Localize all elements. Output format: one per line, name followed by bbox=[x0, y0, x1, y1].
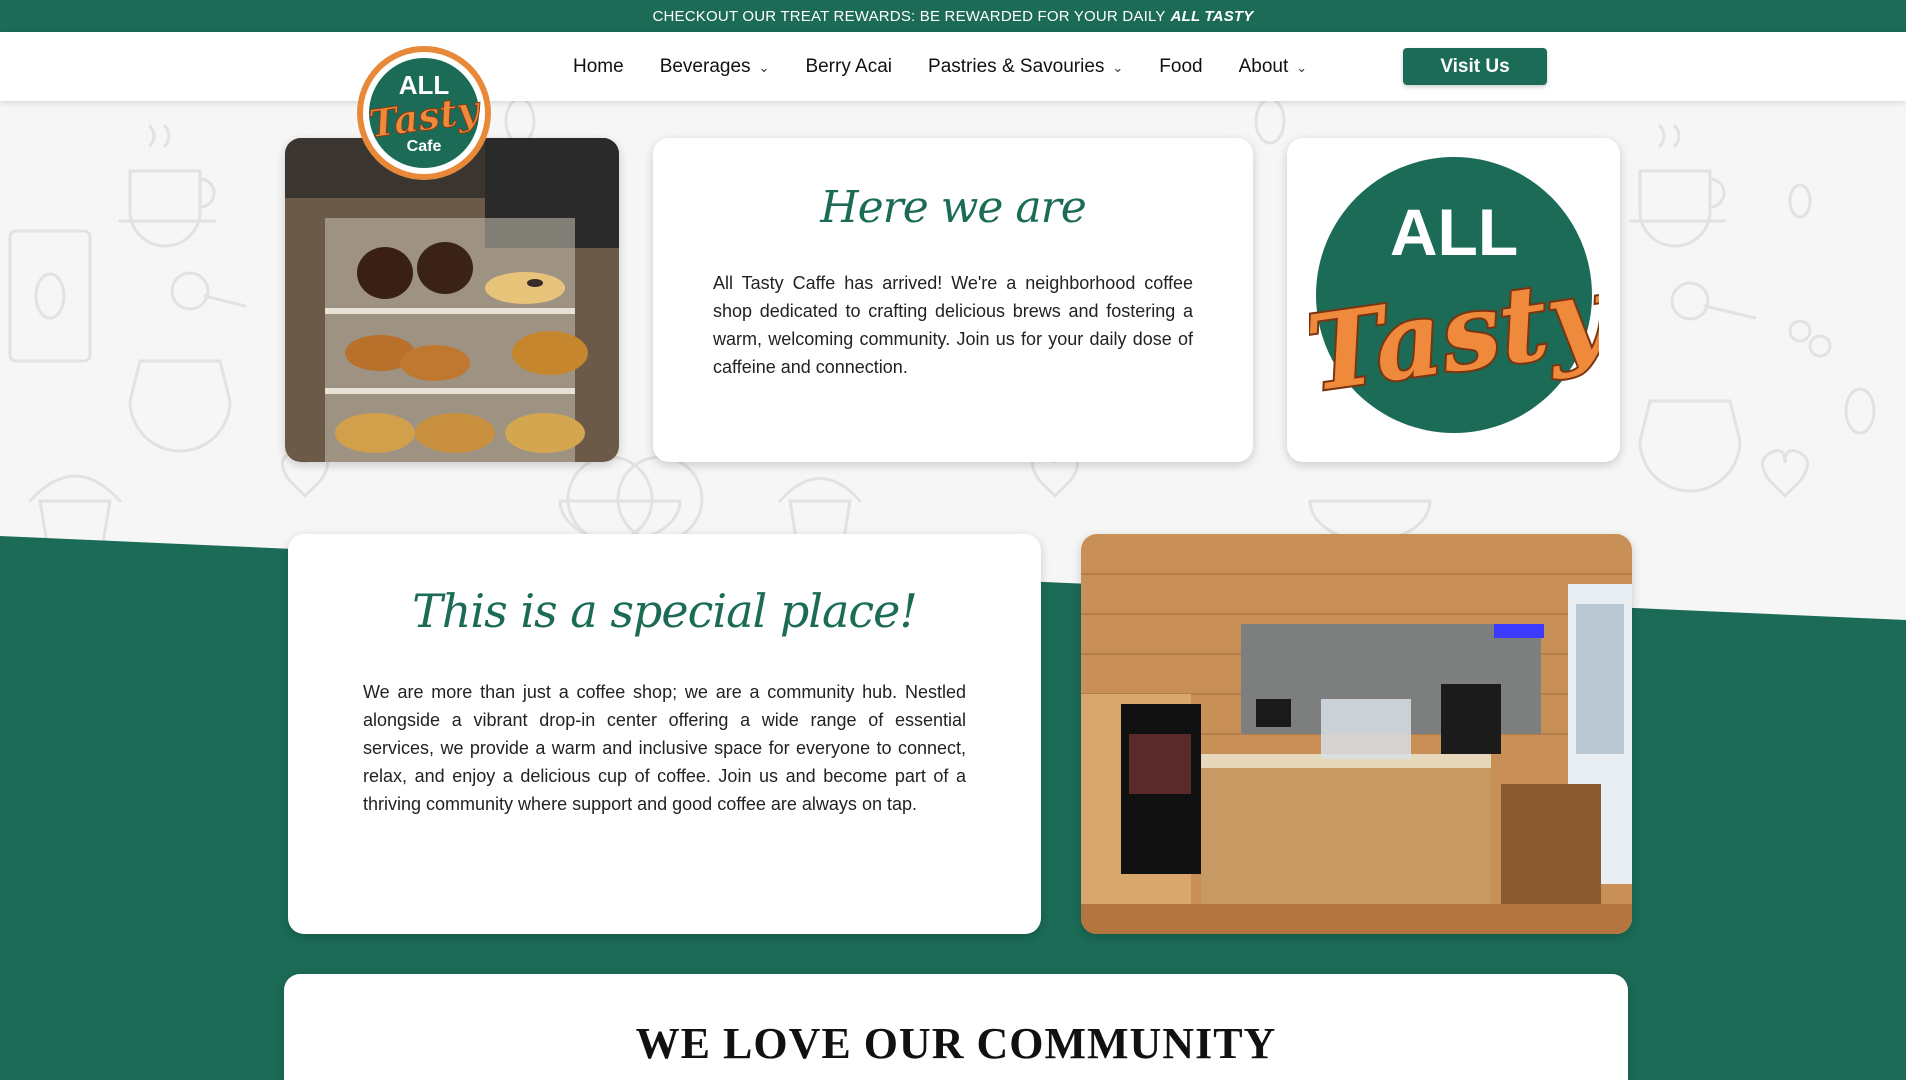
community-card: WE LOVE OUR COMMUNITY bbox=[284, 974, 1628, 1080]
nav-home-label: Home bbox=[573, 55, 624, 77]
shop-interior-photo bbox=[1081, 534, 1632, 934]
nav-beverages-label: Beverages bbox=[659, 55, 751, 77]
all-tasty-logo-image: ALL Tasty bbox=[1309, 157, 1599, 433]
nav-about-label: About bbox=[1238, 55, 1289, 77]
special-place-card: This is a special place! We are more tha… bbox=[288, 534, 1041, 934]
nav-berry-acai-label: Berry Acai bbox=[805, 55, 893, 77]
special-place-text: We are more than just a coffee shop; we … bbox=[363, 682, 966, 814]
special-place-title: This is a special place! bbox=[412, 584, 918, 638]
big-logo-text-all: ALL bbox=[1389, 195, 1517, 269]
chevron-down-icon: ⌄ bbox=[1112, 59, 1124, 75]
pastries-photo-illustration bbox=[285, 138, 619, 462]
nav-beverages[interactable]: Beverages ⌄ bbox=[660, 56, 770, 78]
logo-badge: ALL Tasty Cafe bbox=[366, 58, 482, 168]
community-title: WE LOVE OUR COMMUNITY bbox=[635, 1019, 1277, 1068]
nav-about[interactable]: About ⌄ bbox=[1239, 56, 1308, 78]
chevron-down-icon: ⌄ bbox=[1296, 59, 1308, 75]
shop-photo-illustration bbox=[1081, 534, 1632, 934]
site-logo[interactable]: ALL Tasty Cafe bbox=[357, 46, 491, 180]
here-we-are-text: All Tasty Caffe has arrived! We're a nei… bbox=[713, 273, 1193, 377]
nav-food[interactable]: Food bbox=[1159, 56, 1202, 78]
nav-berry-acai[interactable]: Berry Acai bbox=[805, 56, 892, 78]
here-we-are-card: Here we are All Tasty Caffe has arrived!… bbox=[653, 138, 1253, 462]
here-we-are-title: Here we are bbox=[820, 182, 1086, 233]
main-navigation: Home Beverages ⌄ Berry Acai Pastries & S… bbox=[573, 32, 1307, 101]
nav-food-label: Food bbox=[1159, 55, 1203, 77]
visit-us-button[interactable]: Visit Us bbox=[1403, 48, 1547, 85]
nav-pastries-savouries[interactable]: Pastries & Savouries ⌄ bbox=[928, 56, 1123, 78]
site-header: Home Beverages ⌄ Berry Acai Pastries & S… bbox=[0, 32, 1906, 101]
nav-pastries-label: Pastries & Savouries bbox=[928, 55, 1105, 77]
pastries-display-photo bbox=[285, 138, 619, 462]
brand-logo-card: ALL Tasty bbox=[1287, 138, 1620, 462]
logo-text-cafe: Cafe bbox=[406, 138, 442, 155]
chevron-down-icon: ⌄ bbox=[758, 59, 770, 75]
nav-home[interactable]: Home bbox=[573, 56, 624, 78]
